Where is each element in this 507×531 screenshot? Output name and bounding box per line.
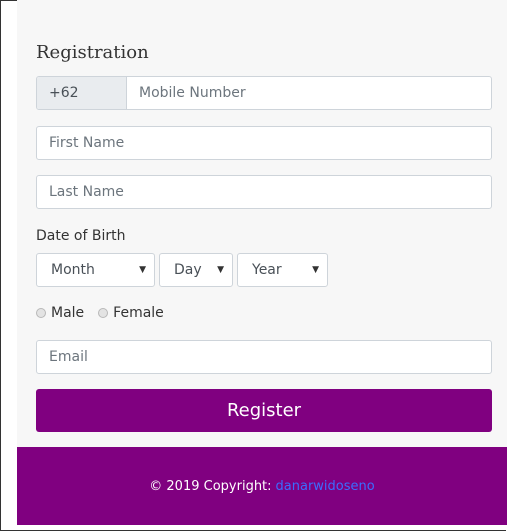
chevron-down-icon: ▼ — [139, 265, 146, 275]
footer: © 2019 Copyright: danarwidoseno — [17, 447, 507, 525]
gender-female-label: Female — [113, 305, 164, 321]
registration-card — [17, 0, 507, 447]
day-select[interactable]: Day ▼ — [159, 253, 233, 287]
footer-author-link[interactable]: danarwidoseno — [276, 479, 375, 494]
month-select-value: Month — [51, 262, 95, 278]
phone-prefix: +62 — [37, 77, 127, 109]
gender-male-label: Male — [51, 305, 85, 321]
month-select[interactable]: Month ▼ — [36, 253, 155, 287]
gender-radio-group: Male Female — [36, 305, 178, 321]
mobile-input-group: +62 Mobile Number — [36, 76, 492, 110]
first-name-input[interactable]: First Name — [36, 126, 492, 160]
chevron-down-icon: ▼ — [217, 265, 224, 275]
radio-button-female[interactable] — [98, 308, 109, 318]
chevron-down-icon: ▼ — [312, 265, 319, 275]
year-select[interactable]: Year ▼ — [237, 253, 328, 287]
mobile-number-input[interactable]: Mobile Number — [127, 77, 491, 109]
email-input[interactable]: Email — [36, 340, 492, 374]
gender-female-option[interactable]: Female — [98, 305, 164, 321]
last-name-input[interactable]: Last Name — [36, 175, 492, 209]
page-title: Registration — [36, 42, 149, 63]
day-select-value: Day — [174, 262, 202, 278]
gender-male-option[interactable]: Male — [36, 305, 84, 321]
year-select-value: Year — [252, 262, 282, 278]
dob-label: Date of Birth — [36, 228, 126, 244]
footer-copyright: © 2019 Copyright: — [149, 478, 272, 494]
register-button[interactable]: Register — [36, 389, 492, 432]
radio-button-male[interactable] — [36, 308, 46, 318]
